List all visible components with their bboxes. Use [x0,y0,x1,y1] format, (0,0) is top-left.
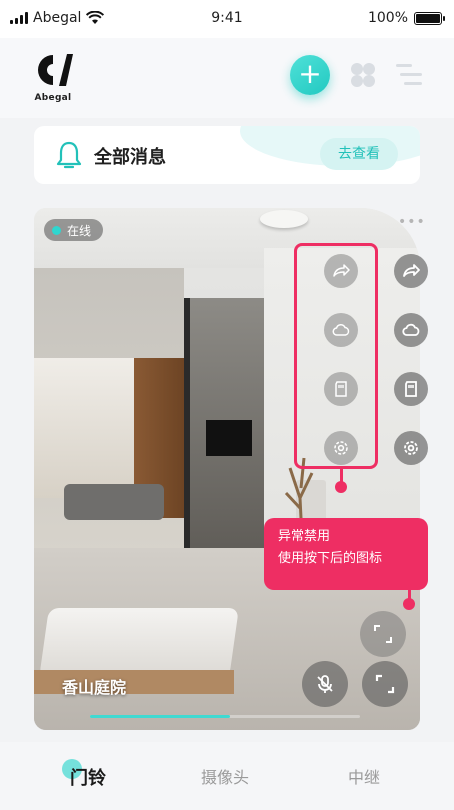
lounger [39,608,239,678]
app-header: Abegal + [0,38,454,118]
connector-dot [403,598,415,610]
online-status-badge: 在线 [44,219,104,241]
logo-mark-icon [38,54,73,86]
connector-dot [335,481,347,493]
bell-icon [56,141,82,169]
sd-card-button[interactable] [394,372,428,406]
fullscreen-icon [374,625,392,643]
disabled-state-tooltip: 异常禁用 使用按下后的图标 [264,518,428,590]
bottom-tab-bar: 门铃 摄像头 中继 [0,742,454,810]
status-right: 100% [367,10,445,26]
tab-doorbell[interactable]: 门铃 [70,764,106,790]
mic-off-icon [317,675,333,693]
location-name: 香山庭院 [62,678,127,697]
battery-icon [414,11,445,25]
cloud-icon [402,323,420,336]
tab-relay[interactable]: 中继 [348,764,380,788]
cloud-button[interactable] [394,313,428,347]
tab-camera[interactable]: 摄像头 [201,764,249,788]
fullscreen-button[interactable] [362,661,408,707]
view-messages-button[interactable]: 去查看 [320,138,398,170]
tooltip-line-2: 使用按下后的图标 [278,551,383,566]
mute-button[interactable] [302,661,348,707]
online-status-label: 在线 [67,223,92,238]
logo-text: Abegal [34,93,72,103]
messages-title: 全部消息 [94,147,166,168]
menu-icon[interactable] [396,62,422,86]
brand-logo: Abegal [30,52,76,103]
progress-fill [90,715,231,718]
ceiling-lamp [260,210,308,228]
fullscreen-icon [375,674,395,694]
sd-card-icon [405,381,417,397]
online-dot [52,225,61,235]
settings-button[interactable] [394,431,428,465]
all-messages-card[interactable]: 全部消息 去查看 [34,126,420,184]
share-icon [403,264,420,277]
grid-view-icon[interactable] [350,62,376,88]
playback-progress[interactable] [90,715,360,718]
share-button[interactable] [394,254,428,288]
gear-icon [404,441,418,455]
tooltip-line-1: 异常禁用 [278,529,331,544]
battery-percent: 100% [367,10,408,26]
status-bar: Abegal 9:41 100% [0,0,454,38]
fullscreen-disabled-button[interactable] [360,611,406,657]
add-device-button[interactable]: + [290,55,330,95]
disabled-icons-highlight [294,243,378,469]
